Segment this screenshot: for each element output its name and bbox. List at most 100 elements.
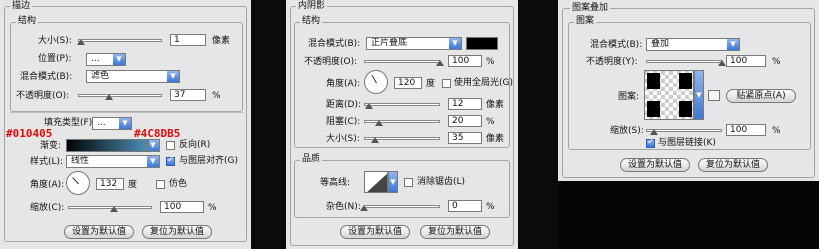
is-opacity-unit: %	[486, 57, 495, 67]
stroke-title: 描边	[10, 1, 33, 12]
stroke-opacity-slider[interactable]	[78, 92, 162, 100]
stroke-opacity-input[interactable]: 37	[170, 89, 206, 101]
is-angle-dial[interactable]	[364, 70, 388, 94]
po-blend-label: 混合模式(B):	[590, 40, 643, 50]
is-blend-label: 混合模式(B):	[308, 39, 361, 49]
dither-checkbox[interactable]	[156, 180, 165, 189]
po-opacity-input[interactable]: 100	[726, 55, 766, 67]
po-blend-value: 叠加	[651, 39, 670, 49]
pattern-overlay-panel: 图案叠加 图案 混合模式(B): 叠加 ▼ 不透明度(Y): 100 % 图案: …	[558, 0, 819, 181]
inner-shadow-structure-title: 结构	[300, 16, 323, 27]
align-with-layer-label: 与图层对齐(G)	[179, 156, 238, 166]
separator	[251, 0, 286, 249]
noise-unit: %	[486, 202, 495, 212]
stroke-position-select[interactable]: ... ▼	[86, 53, 126, 66]
pattern-label: 图案:	[618, 92, 640, 102]
po-reset-button[interactable]: 复位为默认值	[698, 158, 768, 172]
noise-input[interactable]: 0	[448, 200, 482, 212]
po-opacity-unit: %	[772, 57, 781, 67]
stroke-size-unit: 像素	[212, 36, 231, 46]
stroke-size-input[interactable]: 1	[170, 34, 206, 46]
stroke-angle-input[interactable]: 132	[96, 178, 124, 190]
global-light-label: 使用全局光(G)	[454, 78, 513, 88]
chevron-down-icon: ▼	[113, 54, 125, 65]
stroke-scale-unit: %	[208, 203, 217, 213]
is-angle-unit: 度	[426, 79, 436, 89]
is-default-button[interactable]: 设置为默认值	[340, 225, 410, 239]
is-distance-input[interactable]: 12	[448, 98, 482, 110]
is-opacity-input[interactable]: 100	[448, 55, 482, 67]
stroke-scale-label: 缩放(C):	[30, 203, 65, 213]
stroke-size-slider[interactable]	[76, 37, 162, 45]
stroke-angle-unit: 度	[128, 180, 138, 190]
contour-preview[interactable]	[364, 171, 388, 193]
po-blend-select[interactable]: 叠加 ▼	[646, 38, 740, 51]
is-reset-button[interactable]: 复位为默认值	[420, 225, 490, 239]
stroke-fill-type-select[interactable]: ... ▼	[92, 117, 132, 130]
stroke-structure-title: 结构	[16, 16, 39, 27]
is-blend-select[interactable]: 正片叠底 ▼	[366, 37, 462, 50]
background-area	[558, 181, 819, 249]
angle-dial[interactable]	[66, 171, 90, 195]
stroke-blend-label: 混合模式(B):	[20, 72, 73, 82]
stroke-panel: 描边 结构 大小(S): 1 像素 位置(P): ... ▼ 混合模式(B): 滤…	[0, 0, 251, 249]
stroke-reset-button[interactable]: 复位为默认值	[142, 225, 212, 239]
chevron-down-icon: ▼	[449, 38, 461, 49]
pattern-overlay-title: 图案叠加	[570, 3, 611, 14]
reverse-checkbox[interactable]	[166, 141, 175, 150]
gradient-swatch[interactable]	[66, 139, 148, 152]
stroke-opacity-unit: %	[212, 91, 221, 101]
is-opacity-slider[interactable]	[364, 58, 444, 66]
stroke-scale-slider[interactable]	[68, 204, 152, 212]
contour-label: 等高线:	[320, 178, 351, 188]
stroke-style-value: 线性	[71, 156, 90, 166]
is-choke-input[interactable]: 20	[448, 115, 482, 127]
is-size-label: 大小(S):	[326, 134, 360, 144]
is-angle-input[interactable]: 120	[394, 77, 422, 89]
shadow-color-swatch[interactable]	[466, 37, 498, 50]
is-choke-slider[interactable]	[364, 118, 440, 126]
is-size-slider[interactable]	[364, 135, 440, 143]
pattern-preview[interactable]	[644, 70, 694, 120]
stroke-fill-type-value: ...	[97, 118, 106, 128]
dither-label: 仿色	[169, 179, 188, 189]
stroke-position-label: 位置(P):	[38, 54, 72, 64]
new-preset-icon[interactable]	[708, 90, 720, 101]
align-with-layer-checkbox[interactable]	[166, 155, 175, 166]
link-with-layer-label: 与图层链接(K)	[658, 138, 716, 148]
po-opacity-slider[interactable]	[646, 58, 726, 66]
is-distance-slider[interactable]	[364, 101, 440, 109]
chevron-down-icon: ▼	[389, 172, 397, 192]
po-scale-slider[interactable]	[646, 127, 722, 135]
chevron-down-icon: ▼	[695, 71, 703, 119]
antialias-checkbox[interactable]	[404, 178, 413, 187]
po-scale-input[interactable]: 100	[726, 124, 766, 136]
po-default-button[interactable]: 设置为默认值	[620, 158, 690, 172]
divider	[10, 112, 243, 113]
stroke-scale-input[interactable]: 100	[160, 201, 204, 213]
gradient-dropdown[interactable]: ▼	[148, 139, 160, 152]
stroke-position-value: ...	[91, 54, 100, 64]
stroke-blend-select[interactable]: 滤色 ▼	[86, 70, 180, 83]
stroke-style-select[interactable]: 线性 ▼	[66, 155, 160, 168]
antialias-label: 消除锯齿(L)	[417, 177, 466, 187]
snap-to-origin-button[interactable]: 贴紧原点(A)	[726, 89, 796, 103]
pattern-group-title: 图案	[574, 16, 597, 27]
dial-hand	[371, 74, 377, 84]
is-distance-label: 距离(D):	[326, 100, 361, 110]
stroke-default-button[interactable]: 设置为默认值	[64, 225, 134, 239]
link-with-layer-checkbox[interactable]	[646, 137, 655, 148]
inner-shadow-title: 内阴影	[296, 1, 328, 12]
stroke-gradient-label: 渐变:	[40, 141, 62, 151]
inner-shadow-panel: 内阴影 结构 混合模式(B): 正片叠底 ▼ 不透明度(O): 100 % 角度(…	[286, 0, 518, 249]
pattern-dropdown[interactable]: ▼	[694, 70, 704, 120]
is-choke-label: 阻塞(C):	[326, 117, 361, 127]
stroke-size-label: 大小(S):	[38, 36, 72, 46]
noise-slider[interactable]	[360, 203, 440, 211]
stroke-blend-value: 滤色	[91, 71, 110, 81]
contour-dropdown[interactable]: ▼	[388, 171, 398, 193]
pattern-thumbnail	[645, 71, 693, 119]
po-scale-label: 缩放(S):	[610, 126, 644, 136]
global-light-checkbox[interactable]	[442, 79, 451, 88]
is-size-input[interactable]: 35	[448, 132, 482, 144]
